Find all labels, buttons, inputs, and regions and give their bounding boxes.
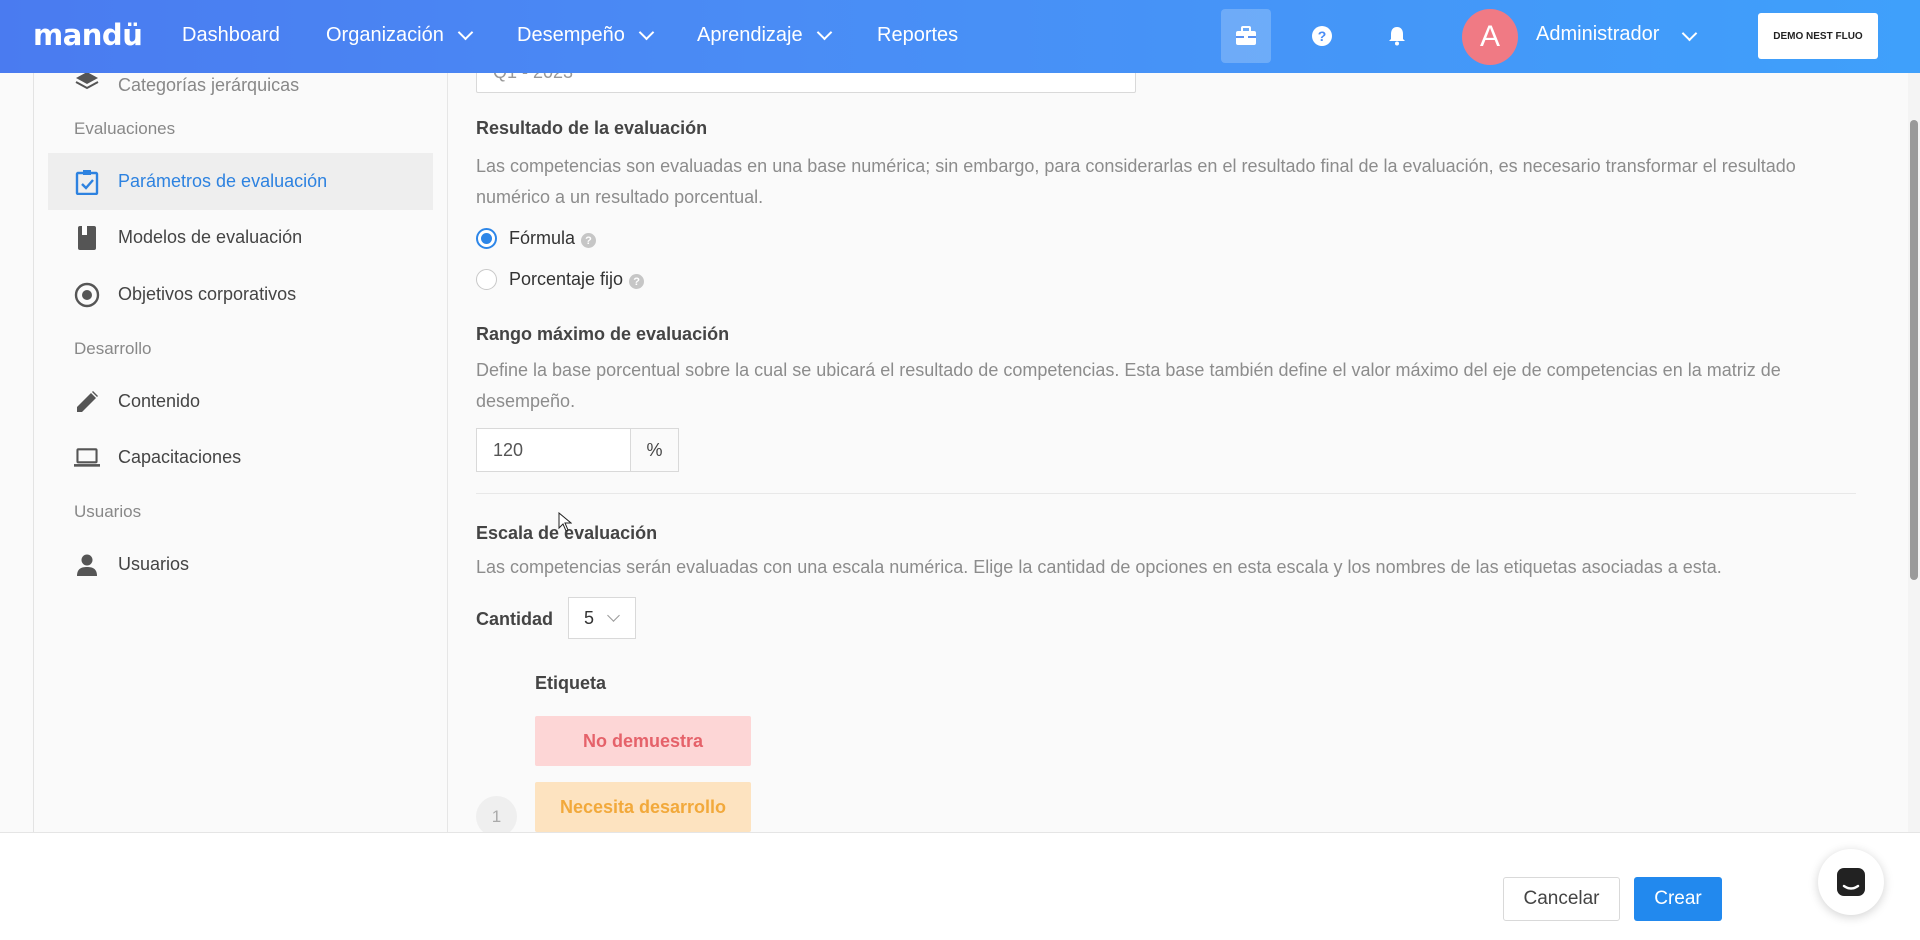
- radio-formula[interactable]: Fórmula ?: [476, 228, 597, 249]
- sidebar-item-objetivos[interactable]: Objetivos corporativos: [48, 266, 433, 323]
- result-section-title: Resultado de la evaluación: [476, 118, 708, 138]
- mouse-cursor-icon: [558, 512, 572, 532]
- nav-desempeno[interactable]: Desempeño: [517, 24, 655, 47]
- scrollbar-thumb[interactable]: [1910, 120, 1918, 580]
- label-column-header: Etiqueta: [535, 673, 607, 693]
- result-section-description: Las competencias son evaluadas en una ba…: [476, 156, 1796, 207]
- user-name[interactable]: Administrador: [1536, 23, 1659, 46]
- radio-formula-label: Fórmula: [509, 228, 576, 248]
- clipboard-check-icon: [74, 169, 100, 195]
- nav-dashboard-label: Dashboard: [182, 24, 280, 46]
- sidebar-item-label: Contenido: [118, 391, 201, 411]
- chevron-down-icon: [816, 24, 832, 41]
- quantity-select[interactable]: 5: [568, 597, 636, 639]
- range-section-description: Define la base porcentual sobre la cual …: [476, 360, 1781, 411]
- notifications-button[interactable]: [1372, 9, 1422, 63]
- sidebar-item-modelos[interactable]: Modelos de evaluación: [48, 209, 433, 266]
- max-range-input[interactable]: 120: [476, 428, 631, 472]
- user-icon: [74, 552, 100, 578]
- pencil-icon: [74, 389, 100, 415]
- radio-porcentaje-fijo[interactable]: Porcentaje fijo ?: [476, 269, 645, 290]
- help-icon[interactable]: ?: [629, 274, 645, 289]
- section-divider: [476, 493, 1856, 494]
- target-icon: [74, 282, 100, 308]
- help-icon: ?: [1312, 26, 1332, 46]
- max-range-field: 120 %: [476, 428, 679, 472]
- sidebar-item-parametros[interactable]: Parámetros de evaluación: [48, 153, 433, 210]
- cancel-button[interactable]: Cancelar: [1503, 877, 1620, 921]
- logo[interactable]: mandü: [33, 18, 143, 52]
- chevron-down-icon[interactable]: [1681, 25, 1698, 42]
- bell-icon: [1389, 27, 1405, 46]
- nav-reportes[interactable]: Reportes: [877, 24, 958, 47]
- nav-reportes-label: Reportes: [877, 24, 959, 46]
- sidebar-section-desarrollo: Desarrollo: [74, 339, 152, 358]
- chevron-down-icon: [638, 24, 655, 41]
- radio-porcentaje-label: Porcentaje fijo: [509, 269, 624, 289]
- quantity-label: Cantidad: [476, 609, 554, 629]
- sidebar-item-label: Objetivos corporativos: [118, 284, 297, 304]
- help-icon[interactable]: ?: [581, 233, 597, 248]
- nav-aprendizaje-label: Aprendizaje: [697, 24, 803, 46]
- nav-dashboard[interactable]: Dashboard: [182, 24, 280, 47]
- book-icon: [74, 225, 100, 251]
- quantity-value: 5: [584, 607, 595, 628]
- scale-number: 1: [476, 796, 517, 837]
- help-button[interactable]: ?: [1297, 9, 1347, 63]
- avatar[interactable]: A: [1462, 9, 1518, 65]
- sidebar: Categorías jerárquicas Evaluaciones Pará…: [34, 72, 448, 833]
- sidebar-section-evaluaciones: Evaluaciones: [74, 119, 176, 138]
- sidebar-section-usuarios: Usuarios: [74, 502, 142, 521]
- scale-section-description: Las competencias serán evaluadas con una…: [476, 557, 1722, 577]
- demo-account-button[interactable]: DEMO NEST FLUO: [1758, 13, 1878, 59]
- sidebar-item-usuarios[interactable]: Usuarios: [48, 536, 433, 593]
- radio-button-checked[interactable]: [476, 228, 497, 249]
- briefcase-icon: [1236, 26, 1256, 45]
- sidebar-item-capacitaciones[interactable]: Capacitaciones: [48, 429, 433, 486]
- range-section-title: Rango máximo de evaluación: [476, 324, 730, 344]
- main-content: Q1 - 2023 Resultado de la evaluación Las…: [448, 53, 1888, 902]
- top-navbar: mandü Dashboard Organización Desempeño A…: [0, 0, 1920, 73]
- chat-launcher-button[interactable]: [1818, 849, 1884, 915]
- sidebar-item-label: Categorías jerárquicas: [118, 74, 300, 95]
- svg-text:?: ?: [1318, 28, 1327, 44]
- chat-icon: [1837, 868, 1865, 896]
- create-button[interactable]: Crear: [1634, 877, 1722, 921]
- sidebar-item-label: Modelos de evaluación: [118, 227, 303, 247]
- sidebar-item-contenido[interactable]: Contenido: [48, 373, 433, 430]
- scale-label-tag[interactable]: Necesita desarrollo: [535, 782, 751, 832]
- laptop-icon: [74, 445, 100, 471]
- chevron-down-icon: [607, 609, 620, 622]
- sidebar-item-label: Parámetros de evaluación: [118, 171, 328, 191]
- nav-desempeno-label: Desempeño: [517, 24, 625, 46]
- sidebar-item-label: Usuarios: [118, 554, 190, 574]
- nav-organizacion-label: Organización: [326, 24, 444, 46]
- sidebar-item-label: Capacitaciones: [118, 447, 242, 467]
- nav-organizacion[interactable]: Organización: [326, 24, 474, 47]
- percent-addon: %: [631, 428, 679, 472]
- nav-aprendizaje[interactable]: Aprendizaje: [697, 24, 832, 47]
- form-footer: [0, 832, 1920, 940]
- chevron-down-icon: [457, 24, 474, 41]
- radio-button[interactable]: [476, 269, 497, 290]
- briefcase-button[interactable]: [1221, 9, 1271, 63]
- scale-label-tag[interactable]: No demuestra: [535, 716, 751, 766]
